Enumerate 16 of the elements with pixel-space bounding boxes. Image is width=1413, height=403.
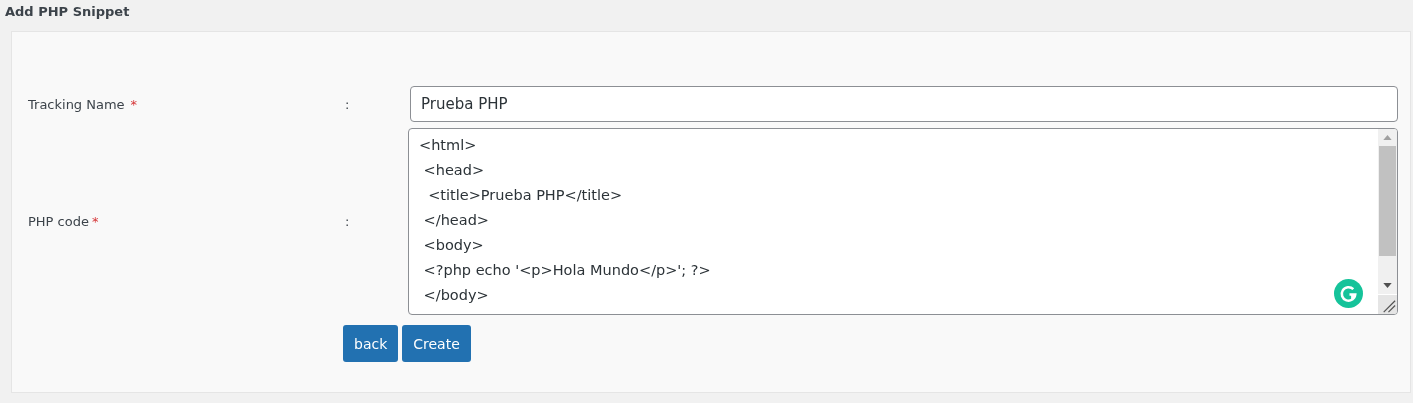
code-field[interactable]: <html> <head> <title>Prueba PHP</title> </head> <body> <?php echo '<p>Hola Mundo</p>'; ?> </body>: [408, 128, 1398, 315]
field-label: PHP code: [28, 214, 89, 229]
resize-handle-icon[interactable]: [1378, 295, 1397, 314]
separator: :: [345, 96, 351, 112]
grammar-assistant-icon[interactable]: [1334, 279, 1363, 308]
scroll-up-icon[interactable]: [1383, 135, 1392, 140]
page-title: Add PHP Snippet: [4, 3, 131, 21]
separator: :: [345, 214, 351, 229]
scrollbar[interactable]: [1378, 129, 1397, 294]
action-button[interactable]: back: [343, 325, 399, 362]
field-label: Tracking Name: [28, 96, 125, 112]
action-button[interactable]: Create: [402, 325, 471, 362]
required-mark: *: [91, 214, 99, 229]
input-field[interactable]: Prueba PHP: [410, 86, 1398, 122]
scroll-down-icon[interactable]: [1383, 283, 1392, 288]
required-mark: *: [130, 96, 138, 112]
